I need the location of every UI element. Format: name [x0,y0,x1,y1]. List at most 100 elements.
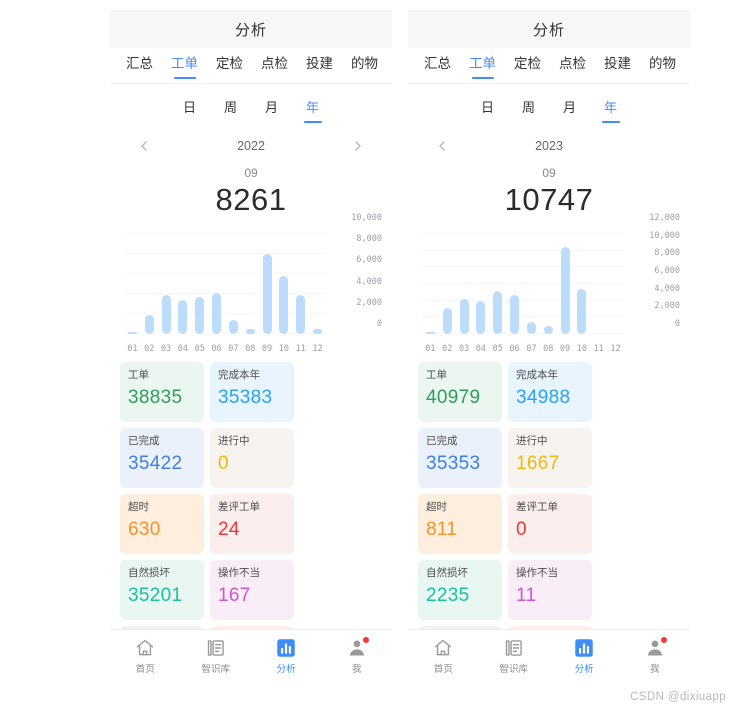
bar-10[interactable] [279,276,289,334]
tab-工单[interactable]: 工单 [171,52,198,79]
user-icon [347,636,369,658]
bar-chart-icon [574,638,594,658]
chart-y-axis: 0 2,000 4,000 6,000 8,000 10,000 [328,213,382,334]
stat-card-进行中[interactable]: 进行中 0 [210,428,294,488]
period-周[interactable]: 周 [522,97,535,123]
bar-02[interactable] [144,314,154,334]
bar-09[interactable] [262,253,272,334]
bar-slot [590,234,607,334]
stat-card-完成本年[interactable]: 完成本年 34988 [508,362,592,422]
period-年[interactable]: 年 [604,97,617,123]
chevron-right-icon[interactable] [350,138,366,154]
tab-的物[interactable]: 的物 [351,52,378,79]
stat-card-超时[interactable]: 超时 630 [120,494,204,554]
stat-card-已完成[interactable]: 已完成 35422 [120,428,204,488]
nav-item-首页[interactable]: 首页 [408,638,479,675]
nav-item-首页[interactable]: 首页 [110,638,181,675]
stat-card-操作不当[interactable]: 操作不当 167 [210,560,294,620]
bar-slot [191,234,208,334]
nav-item-分析[interactable]: 分析 [251,638,322,675]
x-tick-01: 01 [127,344,138,354]
nav-item-智识库[interactable]: 智识库 [479,638,550,675]
bar-04[interactable] [476,300,486,334]
bar-slot [439,234,456,334]
period-selector: 日周月年 [408,92,690,128]
chevron-left-icon[interactable] [136,138,152,154]
bar-chart-icon [276,638,296,658]
bar-05[interactable] [195,296,205,334]
y-tick-6000: 6,000 [356,255,382,266]
bar-06[interactable] [510,295,520,334]
bar-08[interactable] [245,328,255,334]
stat-card-完成本年[interactable]: 完成本年 35383 [210,362,294,422]
tab-投建[interactable]: 投建 [306,52,333,79]
watermark: CSDN @dixiuapp [630,691,726,703]
bar-04[interactable] [178,299,188,334]
nav-item-分析[interactable]: 分析 [549,638,620,675]
bar-02[interactable] [442,308,452,334]
tab-点检[interactable]: 点检 [261,52,288,79]
bar-slot [489,234,506,334]
bar-01[interactable] [127,332,137,334]
bar-07[interactable] [526,322,536,334]
period-月[interactable]: 月 [265,97,278,123]
x-tick-03: 03 [458,344,470,354]
stat-card-自然损坏[interactable]: 自然损坏 2235 [418,560,502,620]
bar-slot [158,234,175,334]
bar-07[interactable] [228,320,238,334]
stat-card-label: 工单 [128,369,149,381]
phone-panel-right: 分析 汇总 工单 定检 点检 投建 的物日周月年 2023 09 10747 01 02 03 04 05 0… [408,10,690,682]
stat-card-value: 34988 [516,386,571,408]
x-tick-07: 07 [228,344,239,354]
bar-06[interactable] [212,293,222,334]
stat-card-超时[interactable]: 超时 811 [418,494,502,554]
y-tick-0: 0 [376,319,382,329]
tab-定检[interactable]: 定检 [514,52,541,79]
tab-投建[interactable]: 投建 [604,52,631,79]
bar-03[interactable] [459,299,469,334]
x-tick-06: 06 [211,344,222,354]
bar-11[interactable] [296,294,306,334]
nav-item-label: 智识库 [499,663,528,675]
bar-slot [208,234,225,334]
bar-01[interactable] [425,332,435,334]
stat-card-差评工单[interactable]: 差评工单 0 [508,494,592,554]
bar-12[interactable] [313,329,323,334]
stat-card-差评工单[interactable]: 差评工单 24 [210,494,294,554]
stat-card-label: 工单 [426,369,447,381]
stat-card-value: 167 [218,584,251,606]
period-日[interactable]: 日 [183,97,196,123]
stat-card-工单[interactable]: 工单 38835 [120,362,204,422]
stat-card-进行中[interactable]: 进行中 1667 [508,428,592,488]
bar-08[interactable] [543,325,553,334]
nav-item-智识库[interactable]: 智识库 [181,638,252,675]
bar-10[interactable] [577,289,587,334]
tab-定检[interactable]: 定检 [216,52,243,79]
tab-的物[interactable]: 的物 [649,52,676,79]
stat-card-已完成[interactable]: 已完成 35353 [418,428,502,488]
tab-工单[interactable]: 工单 [469,52,496,79]
bar-05[interactable] [493,290,503,334]
stat-card-工单[interactable]: 工单 40979 [418,362,502,422]
bar-03[interactable] [161,294,171,334]
stat-card-自然损坏[interactable]: 自然损坏 35201 [120,560,204,620]
chevron-left-icon[interactable] [434,138,450,154]
bar-09[interactable] [560,246,570,334]
bottom-navigation: 首页 智识库 分析 我 [408,629,690,682]
tab-汇总[interactable]: 汇总 [424,52,451,79]
nav-item-我[interactable]: 我 [620,636,691,675]
x-tick-04: 04 [177,344,189,354]
period-周[interactable]: 周 [224,97,237,123]
bar-slot [225,234,242,334]
stat-card-操作不当[interactable]: 操作不当 11 [508,560,592,620]
tab-汇总[interactable]: 汇总 [126,52,153,79]
tab-点检[interactable]: 点检 [559,52,586,79]
period-日[interactable]: 日 [481,97,494,123]
period-年[interactable]: 年 [306,97,319,123]
nav-item-我[interactable]: 我 [322,636,393,675]
y-tick-8000: 8,000 [654,248,680,259]
x-tick-08: 08 [245,344,256,354]
period-月[interactable]: 月 [563,97,576,123]
bar-slot [259,234,276,334]
stat-card-label: 完成本年 [516,369,558,381]
